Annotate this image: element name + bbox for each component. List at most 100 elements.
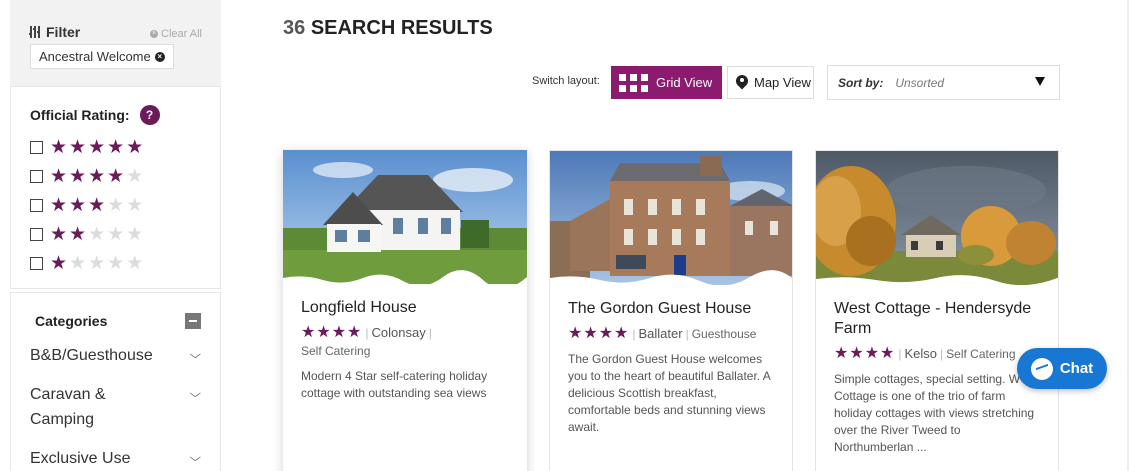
rating-checkbox[interactable] [30,199,43,212]
card-description: Simple cottages, special setting. W Cott… [834,372,1035,454]
card-rating-stars: ★★★★ [568,325,630,342]
active-filter-tag[interactable]: Ancestral Welcome × [30,44,174,69]
sort-value: Unsorted [895,75,945,90]
star-icon: ★ [69,224,89,245]
sliders-icon [29,26,40,38]
caret-down-icon [1035,77,1045,86]
results-label: SEARCH RESULTS [310,17,493,39]
map-view-label: Map View [754,75,811,90]
results-count: 36 [283,17,306,39]
star-icon: ★ [126,137,146,158]
clear-all-button[interactable]: × Clear All [150,28,202,40]
rating-option-2-star[interactable]: ★★★★★ [30,224,201,245]
star-icon: ★ [88,137,108,158]
star-icon: ★ [126,224,146,245]
star-rating-icons: ★★★★★ [50,166,145,187]
map-view-button[interactable]: Map View [727,66,814,99]
rating-checkbox[interactable] [30,228,43,241]
star-icon: ★ [69,166,89,187]
star-icon: ★ [126,195,146,216]
card-meta: ★★★★ | Ballater | Guesthouse [568,325,757,342]
switch-layout-label: Switch layout: [532,75,600,87]
help-icon[interactable]: ? [139,105,160,125]
results-heading: 36 SEARCH RESULTS [283,17,493,40]
star-icon: ★ [107,137,127,158]
star-icon: ★ [50,253,70,274]
category-label: Caravan & Camping [30,386,106,428]
card-body: The Gordon Guest House ★★★★ | Ballater | Gue… [550,285,792,436]
rating-checkbox[interactable] [30,141,43,154]
star-icon: ★ [88,253,108,274]
chat-label: Chat [1059,360,1094,377]
card-location: Kelso [904,346,938,361]
chevron-down-icon[interactable]: ⌵ [189,446,201,471]
grid-icon [619,73,649,93]
official-rating-panel: Official Rating: ? ★★★★★ ★★★★★ ★★★★★ ★★★★★ ★… [10,86,221,289]
card-type: Self Catering [946,347,1016,361]
star-icon: ★ [107,166,127,187]
chevron-down-icon[interactable]: ⌵ [189,343,201,368]
card-image[interactable] [816,151,1058,285]
card-type: Self Catering [301,344,371,358]
card-rating-stars: ★★★★ [834,345,896,362]
category-label: Exclusive Use [30,450,131,467]
card-title[interactable]: Longfield House [301,298,509,318]
star-rating-icons: ★★★★★ [50,224,145,245]
card-location: Ballater [638,326,683,341]
rating-option-4-star[interactable]: ★★★★★ [30,166,201,187]
star-icon: ★ [69,195,89,216]
filter-sidebar: Filter × Clear All Ancestral Welcome × O… [10,0,221,471]
star-rating-icons: ★★★★★ [50,195,145,216]
card-meta: ★★★★ | Kelso | Self Catering [834,345,1016,362]
collapse-icon[interactable] [185,313,201,329]
card-location: Colonsay [371,325,426,340]
chevron-down-icon[interactable]: ⌵ [189,382,201,407]
star-icon: ★ [50,195,70,216]
card-rating-stars: ★★★★ [301,324,363,341]
clear-icon: × [150,30,159,38]
card-meta: ★★★★ | Colonsay | Self Catering [301,324,432,358]
star-icon: ★ [88,195,108,216]
star-icon: ★ [50,137,70,158]
clear-all-label: Clear All [161,28,202,40]
rating-checkbox[interactable] [30,170,43,183]
category-item[interactable]: Exclusive Use ⌵ [30,446,201,471]
card-body: Longfield House ★★★★ | Colonsay | Self Cate… [283,284,527,402]
star-rating-icons: ★★★★★ [50,137,145,158]
grid-view-label: Grid View [656,75,713,90]
result-card[interactable]: Longfield House ★★★★ | Colonsay | Self Cate… [283,150,527,471]
category-item[interactable]: Caravan & Camping ⌵ [30,382,201,432]
categories-header[interactable]: Categories [35,313,201,329]
card-type: Guesthouse [691,327,757,341]
filter-title: Filter [46,24,81,40]
star-icon: ★ [50,224,70,245]
remove-tag-icon[interactable]: × [154,51,165,62]
categories-panel: Categories B&B/Guesthouse ⌵ Caravan & Ca… [10,292,221,471]
star-icon: ★ [88,166,108,187]
star-icon: ★ [107,253,127,274]
messenger-icon [1030,357,1053,380]
rating-option-1-star[interactable]: ★★★★★ [30,253,201,274]
rating-option-5-star[interactable]: ★★★★★ [30,137,201,158]
rating-heading: Official Rating: ? [30,105,201,125]
sort-select[interactable]: Sort by: Unsorted [827,65,1060,100]
star-icon: ★ [50,166,70,187]
rating-checkbox[interactable] [30,257,43,270]
card-image[interactable] [550,151,792,285]
chat-button[interactable]: Chat [1017,348,1107,389]
card-image[interactable] [283,150,527,284]
result-card[interactable]: The Gordon Guest House ★★★★ | Ballater | Gue… [549,150,793,471]
grid-view-button[interactable]: Grid View [611,66,722,99]
rating-option-3-star[interactable]: ★★★★★ [30,195,201,216]
result-card[interactable]: West Cottage - Hendersyde Farm ★★★★ | Kels… [815,150,1059,471]
sort-label: Sort by: [838,75,884,90]
category-label: B&B/Guesthouse [30,347,153,364]
category-item[interactable]: B&B/Guesthouse ⌵ [30,343,201,368]
categories-title: Categories [35,313,108,329]
card-title[interactable]: The Gordon Guest House [568,299,774,319]
active-filter-label: Ancestral Welcome [39,49,151,64]
card-description: The Gordon Guest House welcomes you to t… [568,352,771,434]
star-icon: ★ [69,137,89,158]
card-title[interactable]: West Cottage - Hendersyde Farm [834,299,1040,339]
star-icon: ★ [107,224,127,245]
